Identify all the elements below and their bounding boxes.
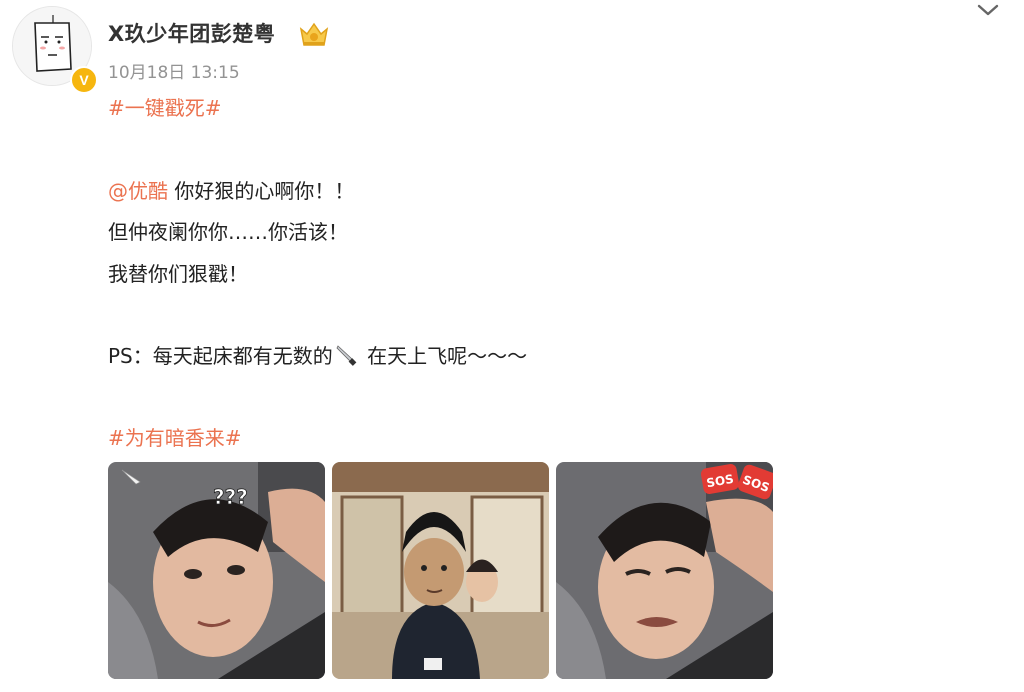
post-line-3: 我替你们狠戳！ <box>108 262 248 286</box>
ps-prefix: PS：每天起床都有无数的 <box>108 344 333 368</box>
knife-emoji-icon <box>335 344 357 366</box>
post-image-1[interactable]: ??? <box>108 462 325 679</box>
hashtag-top[interactable]: #一键戳死# <box>108 92 222 121</box>
line1-text: 你好狠的心啊你！！ <box>168 179 355 203</box>
post-ps-line: PS：每天起床都有无数的 在天上飞呢～～～ <box>108 340 527 369</box>
chevron-down-icon[interactable] <box>974 0 1002 20</box>
post-image-3[interactable]: SOS SOS <box>556 462 773 679</box>
hashtag-bottom[interactable]: #为有暗香来# <box>108 422 242 451</box>
weibo-post: V X玖少年团彭楚粤 10月18日 13:15 #一键戳死# @优酷 你好狠的心… <box>0 0 1024 692</box>
ps-suffix: 在天上飞呢～～～ <box>360 344 528 368</box>
post-line-1: @优酷 你好狠的心啊你！！ <box>108 175 354 204</box>
verified-v-icon: V <box>70 66 98 94</box>
member-crown-icon[interactable] <box>298 19 330 49</box>
post-line-2: 但仲夜阑你你……你活该！ <box>108 220 348 244</box>
post-image-2[interactable] <box>332 462 549 679</box>
post-timestamp[interactable]: 10月18日 13:15 <box>108 58 240 83</box>
question-marks-sticker: ??? <box>213 485 248 509</box>
mention-link[interactable]: @优酷 <box>108 179 168 203</box>
username[interactable]: X玖少年团彭楚粤 <box>108 18 275 48</box>
